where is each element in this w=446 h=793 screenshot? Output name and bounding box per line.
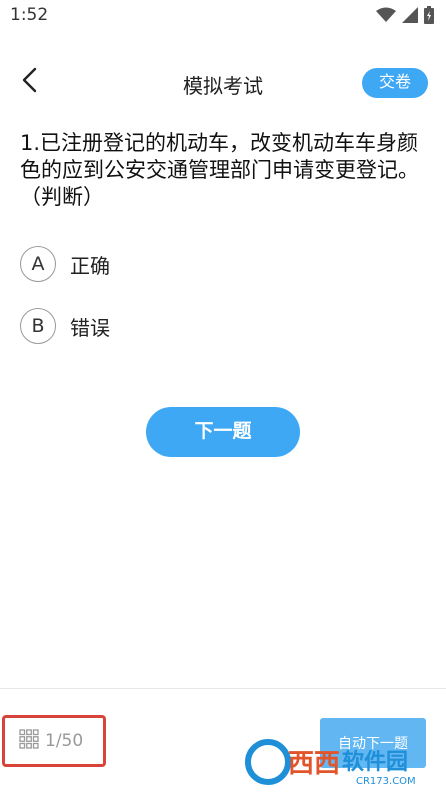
option-letter-circle: B bbox=[20, 308, 56, 344]
bottom-divider bbox=[0, 688, 446, 689]
status-time: 1:52 bbox=[10, 5, 49, 25]
option-b[interactable]: B 错误 bbox=[20, 306, 320, 346]
question-text: 1.已注册登记的机动车，改变机动车车身颜色的应到公安交通管理部门申请变更登记。（… bbox=[20, 131, 419, 209]
svg-text:西西: 西西 bbox=[288, 749, 340, 779]
option-a[interactable]: A 正确 bbox=[20, 244, 320, 284]
next-question-button[interactable]: 下一题 bbox=[146, 407, 300, 457]
grid-icon bbox=[19, 729, 39, 753]
question-index-button[interactable]: 1/50 bbox=[2, 715, 106, 767]
status-bar: 1:52 bbox=[0, 0, 446, 34]
svg-text:CR173.COM: CR173.COM bbox=[356, 776, 416, 787]
submit-exam-button[interactable]: 交卷 bbox=[362, 68, 428, 98]
option-label: 正确 bbox=[70, 253, 110, 278]
battery-icon bbox=[424, 6, 434, 28]
option-label: 错误 bbox=[70, 315, 110, 340]
app-header: 模拟考试 交卷 bbox=[0, 60, 446, 104]
status-icons bbox=[376, 6, 434, 28]
signal-icon bbox=[402, 7, 418, 27]
watermark-logo: 西西 软件园 CR173.COM bbox=[244, 736, 440, 788]
option-letter-circle: A bbox=[20, 246, 56, 282]
progress-counter: 1/50 bbox=[45, 731, 84, 751]
wifi-icon bbox=[376, 7, 396, 27]
svg-text:软件园: 软件园 bbox=[342, 749, 408, 775]
exam-screen: 1:52 模拟考试 交卷 1.已注册登记的机动车，改变机动车车身颜色的应到公安交… bbox=[0, 0, 446, 793]
